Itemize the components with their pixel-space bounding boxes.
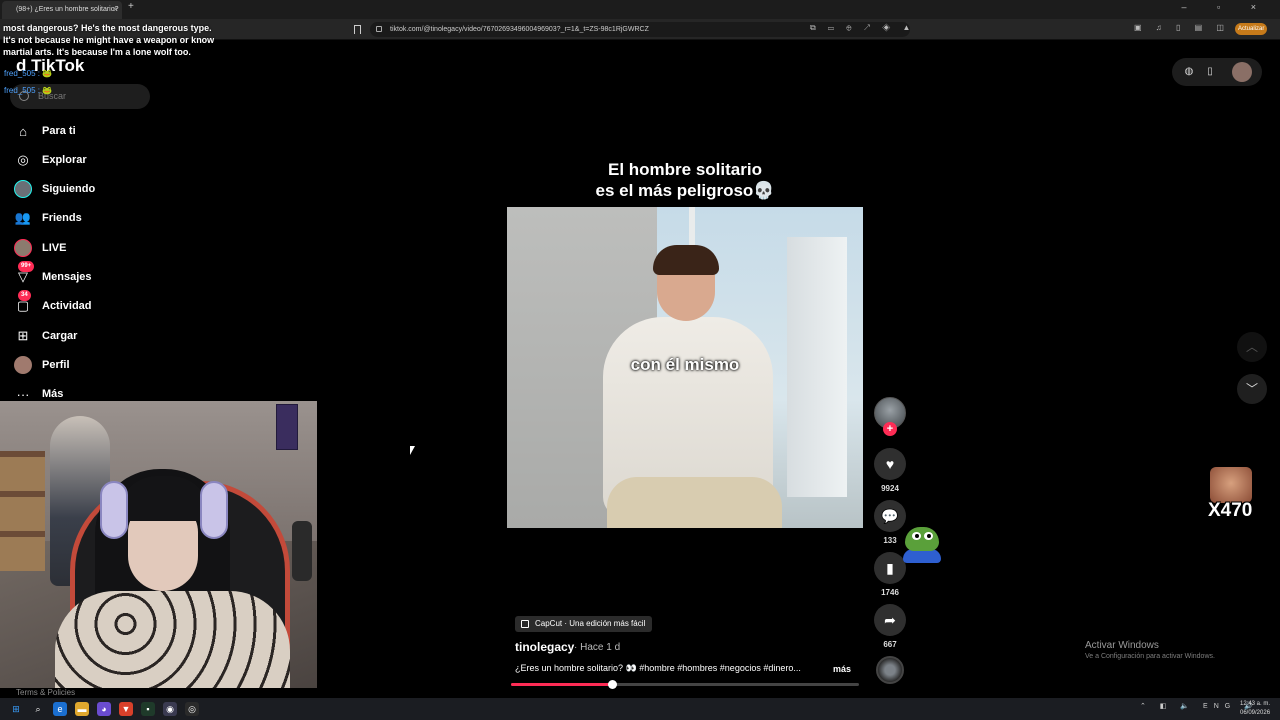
- edge-icon[interactable]: e: [53, 702, 67, 716]
- video-title-overlay: El hombre solitario es el más peligroso💀: [560, 159, 810, 201]
- sidebar-item-siguiendo[interactable]: Siguiendo: [14, 178, 214, 200]
- progress-knob[interactable]: [607, 680, 617, 689]
- url-text: tiktok.com/@tinolegacy/video/76702693496…: [390, 26, 649, 33]
- sidebar-item-label: Friends: [42, 212, 82, 224]
- activate-subtitle: Ve a Configuración para activar Windows.: [1085, 653, 1215, 660]
- sidebar-item-label: Perfil: [42, 359, 70, 371]
- stream-chat-message: most dangerous? He's the most dangerous …: [3, 23, 215, 57]
- coin-icon[interactable]: ◍: [1182, 65, 1196, 79]
- share-count: 667: [883, 640, 897, 649]
- sidebar-item-explorar[interactable]: ◎ Explorar: [14, 149, 214, 171]
- sidebar-item-label: Mensajes: [42, 271, 92, 283]
- friends-icon: 👥: [14, 210, 32, 225]
- following-avatar-icon: [14, 180, 32, 198]
- activate-title: Activar Windows: [1085, 640, 1159, 651]
- capcut-icon: [521, 620, 529, 628]
- save-count: 1746: [881, 588, 899, 597]
- webcam-overlay: [0, 401, 317, 688]
- follow-plus-icon[interactable]: +: [883, 422, 897, 436]
- previous-video-chevron-up-icon[interactable]: ︿: [1237, 332, 1267, 362]
- share-arrow-icon[interactable]: ➦: [874, 604, 906, 636]
- author-name[interactable]: tinolegacy: [515, 640, 574, 654]
- update-button[interactable]: Actualizar: [1235, 23, 1268, 35]
- mouse-cursor-icon: [410, 446, 415, 455]
- video-player[interactable]: con él mismo: [507, 207, 863, 528]
- sidebar-item-perfil[interactable]: Perfil: [14, 354, 214, 376]
- like-heart-icon[interactable]: ♥: [874, 448, 906, 480]
- lock-icon: [376, 26, 382, 32]
- capcut-badge[interactable]: CapCut · Una edición más fácil: [515, 616, 653, 632]
- like-count: 9924: [881, 484, 899, 493]
- browser-tab-bar: (98+) ¿Eres un hombre solitario? × + – ▫…: [0, 0, 1280, 19]
- device-icon[interactable]: ▯: [1203, 65, 1217, 79]
- toolbar-icons[interactable]: ▣ ♫ ▯ ▤ ◫ ⛉: [1134, 23, 1250, 33]
- notification-badge: 99+: [18, 261, 35, 272]
- terminal-icon[interactable]: ▪: [141, 702, 155, 716]
- video-title-line: El hombre solitario: [608, 160, 762, 179]
- video-description: ¿Eres un hombre solitario? 👀 #hombre #ho…: [515, 663, 801, 673]
- tab-close-icon[interactable]: ×: [113, 1, 118, 19]
- chat-username: fred_505 : 🐸: [4, 86, 53, 95]
- sidebar-item-para-ti[interactable]: ⌂ Para ti: [14, 120, 214, 142]
- sidebar-item-live[interactable]: LIVE: [14, 237, 214, 259]
- chat-username: fred_505 : 🐸: [4, 69, 53, 78]
- upload-icon: ⊞: [17, 328, 29, 343]
- sidebar-item-label: Siguiendo: [42, 183, 96, 195]
- posted-time: · Hace 1 d: [574, 642, 621, 653]
- brave-icon[interactable]: ▼: [119, 702, 133, 716]
- clock-time: 12:43 a. m.: [1240, 701, 1271, 707]
- music-disc-icon[interactable]: [876, 656, 904, 684]
- notification-badge: 34: [18, 290, 31, 301]
- search-icon[interactable]: ⌕: [31, 702, 45, 716]
- sidebar-item-label: Actividad: [42, 300, 92, 312]
- home-icon: ⌂: [19, 123, 27, 139]
- taskbar-clock[interactable]: 12:43 a. m. 06/09/2026: [1240, 700, 1270, 718]
- terms-link[interactable]: Terms & Policies: [16, 688, 75, 697]
- next-video-chevron-down-icon[interactable]: ﹀: [1237, 374, 1267, 404]
- progress-fill: [511, 683, 612, 686]
- sidebar-item-label: LIVE: [42, 242, 67, 254]
- sidebar-item-friends[interactable]: 👥 Friends: [14, 207, 214, 229]
- sidebar-item-mensajes[interactable]: ▽ 99+ Mensajes: [14, 261, 214, 288]
- more-link[interactable]: más: [833, 664, 851, 674]
- windows-start-icon[interactable]: ⊞: [9, 702, 23, 716]
- frog-emote-icon: [901, 523, 943, 563]
- window-controls[interactable]: – ▫ ×: [1182, 2, 1270, 12]
- laughing-face-icon: [1210, 467, 1252, 503]
- bookmark-icon[interactable]: [354, 25, 361, 34]
- clock-date: 06/09/2026: [1240, 710, 1271, 716]
- top-right-controls: ◍ ▯: [1172, 58, 1262, 86]
- sidebar-item-label: Para ti: [42, 125, 76, 137]
- compass-icon: ◎: [17, 152, 29, 167]
- tab-title: (98+) ¿Eres un hombre solitario?: [16, 6, 119, 13]
- folder-icon[interactable]: ▬: [75, 702, 89, 716]
- sidebar-item-label: Cargar: [42, 330, 78, 342]
- video-caption: con él mismo: [630, 355, 740, 374]
- live-avatar-icon: [14, 239, 32, 257]
- video-progress-bar[interactable]: [511, 680, 859, 689]
- combo-counter: X470: [1208, 467, 1254, 525]
- app-icon[interactable]: ◎: [185, 702, 199, 716]
- profile-avatar-icon: [14, 356, 32, 374]
- sidebar-item-cargar[interactable]: ⊞ Cargar: [14, 325, 214, 347]
- sidebar-item-label: Explorar: [42, 154, 87, 166]
- sidebar-item-actividad[interactable]: ▢ 34 Actividad: [14, 290, 214, 317]
- video-title-line: es el más peligroso💀: [595, 181, 775, 200]
- user-avatar[interactable]: [1232, 62, 1252, 82]
- new-tab-button[interactable]: +: [128, 1, 134, 12]
- capcut-label: CapCut · Una edición más fácil: [535, 619, 646, 628]
- browser-tab[interactable]: (98+) ¿Eres un hombre solitario? ×: [2, 1, 122, 19]
- combo-count: X470: [1208, 500, 1253, 521]
- address-bar-icons[interactable]: ⧉ ▭ ⊕ ↗ ◈ ▲: [810, 23, 915, 33]
- discord-icon[interactable]: ◕: [97, 702, 111, 716]
- obs-icon[interactable]: ◉: [163, 702, 177, 716]
- windows-taskbar: ⊞ ⌕ e ▬ ◕ ▼ ▪ ◉ ◎ ⌃ ◧ 🔈 ENG 🔊 12:43 a. m…: [0, 698, 1280, 720]
- activate-windows-watermark: Activar Windows Ve a Configuración para …: [1085, 640, 1215, 660]
